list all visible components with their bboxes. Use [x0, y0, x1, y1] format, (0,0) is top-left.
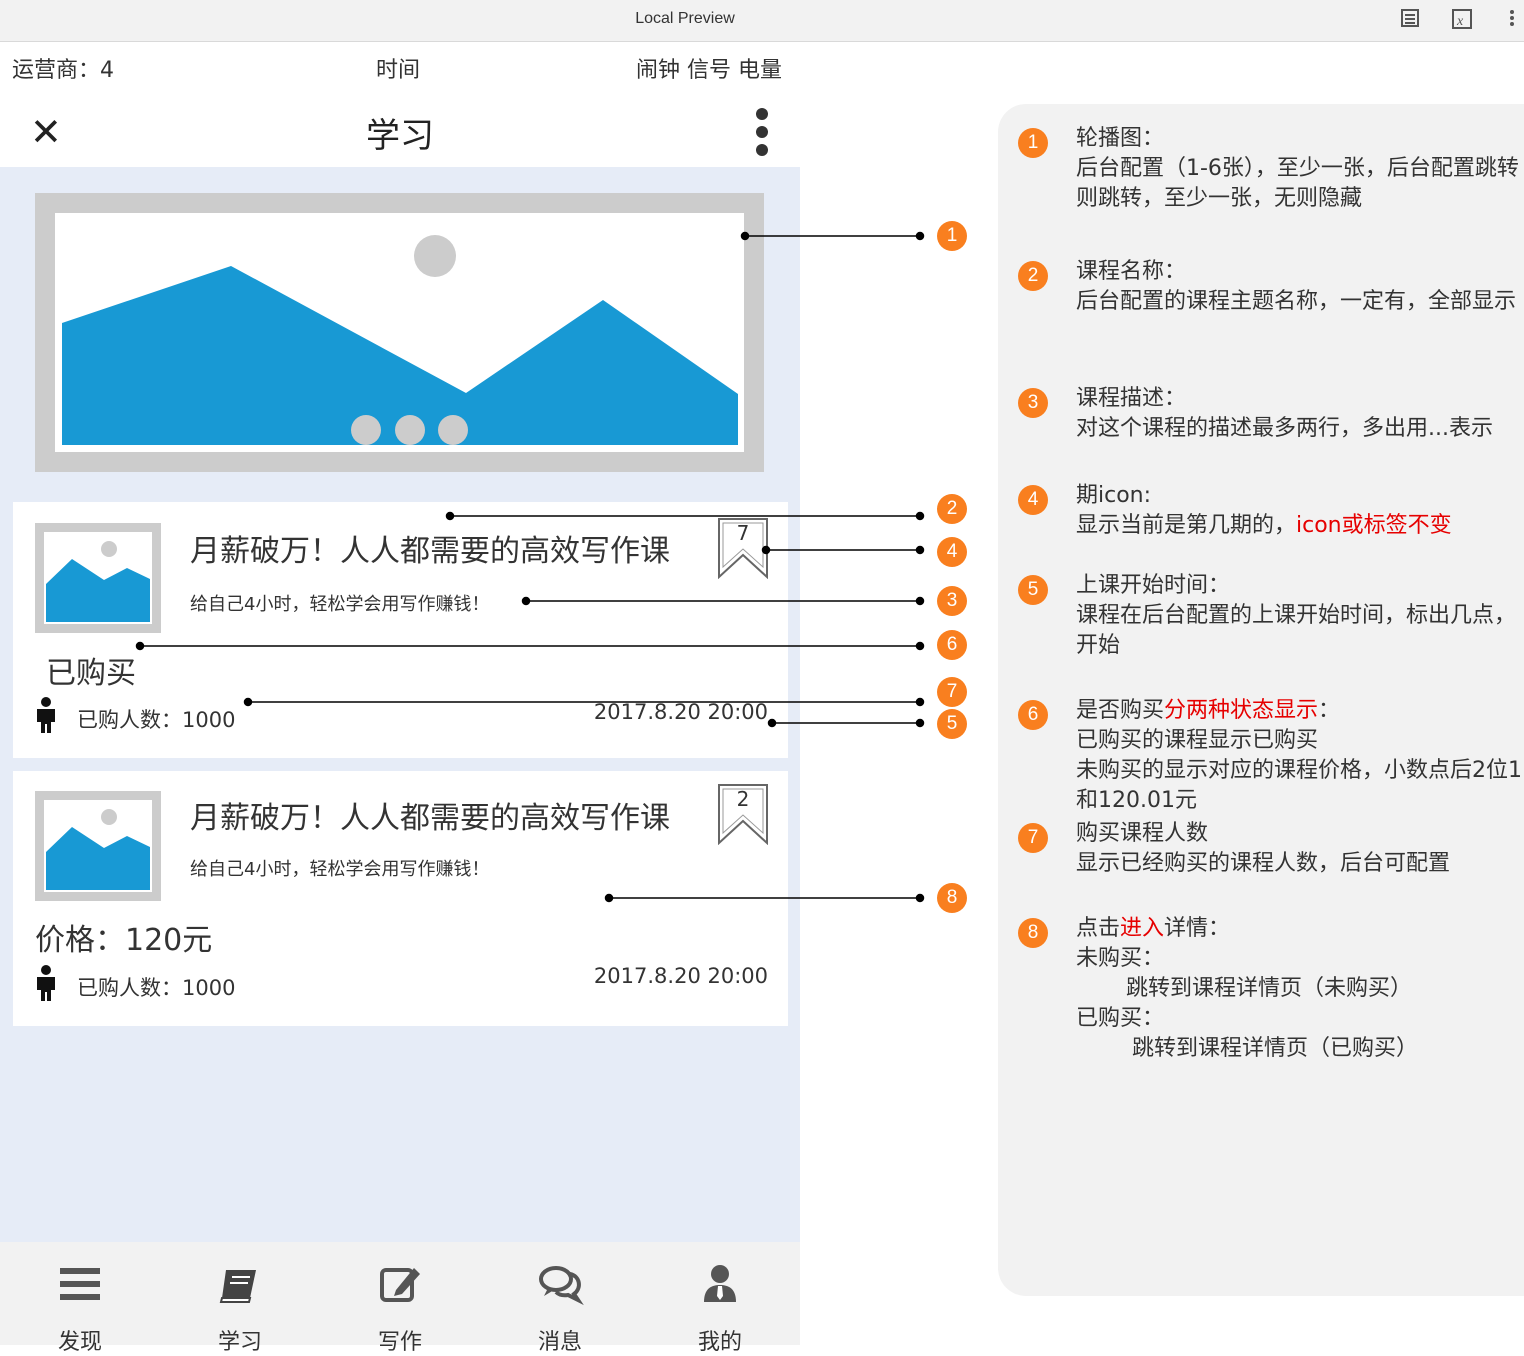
annotation-badge: 5 [937, 709, 967, 739]
menu-icon [60, 1268, 100, 1300]
close-icon[interactable]: ✕ [30, 112, 62, 152]
variable-icon[interactable]: x [1450, 8, 1474, 32]
tab-label: 学习 [217, 1330, 262, 1355]
start-time: 2017.8.20 20:00 [593, 700, 768, 724]
annotation-badge: 1 [937, 221, 967, 251]
course-description: 给自己4小时，轻松学会用写作赚钱！ [190, 594, 490, 615]
tab-study[interactable]: 学习 [160, 1242, 320, 1355]
period-number: 7 [736, 521, 750, 545]
course-card[interactable]: 月薪破万！人人都需要的高效写作课 给自己4小时，轻松学会用写作赚钱！ 7 已购买… [13, 502, 788, 758]
page-title: 学习 [366, 116, 434, 156]
browser-toolbar: Local Preview x [0, 0, 1524, 42]
annotation-badge: 7 [937, 677, 967, 707]
tab-label: 我的 [697, 1330, 742, 1355]
status-indicators: 闹钟 信号 电量 [636, 58, 782, 83]
bottom-tab-bar: 发现 学习 写作 消息 我的 [0, 1242, 800, 1355]
note-6: 6 是否购买分两种状态显示： 已购买的课程显示已购买 未购买的显示对应的课程价格… [1018, 696, 1522, 816]
buyer-count: 已购人数：1000 [77, 976, 236, 1000]
note-7: 7 购买课程人数 显示已经购买的课程人数，后台可配置 [1018, 819, 1450, 879]
tab-label: 发现 [57, 1330, 102, 1355]
more-icon[interactable] [756, 108, 770, 162]
carousel-dot [438, 415, 468, 445]
carrier-label: 运营商：4 [12, 58, 114, 83]
kebab-menu-icon[interactable] [1504, 8, 1520, 32]
banner-image-placeholder [55, 213, 744, 452]
annotation-badge: 6 [937, 630, 967, 660]
note-4: 4 期icon: 显示当前是第几期的，icon或标签不变 [1018, 481, 1452, 541]
note-2: 2 课程名称： 后台配置的课程主题名称，一定有，全部显示 [1018, 257, 1516, 317]
time-label: 时间 [376, 58, 421, 83]
note-3: 3 课程描述： 对这个课程的描述最多两行，多出用...表示 [1018, 384, 1493, 444]
tab-messages[interactable]: 消息 [480, 1242, 640, 1355]
annotation-badge: 3 [937, 586, 967, 616]
course-description: 给自己4小时，轻松学会用写作赚钱！ [190, 859, 490, 880]
annotation-badge: 8 [937, 883, 967, 913]
carousel-dot [395, 415, 425, 445]
period-bookmark-icon: 2 [717, 783, 769, 845]
purchase-status: 已购买 [46, 656, 136, 691]
annotation-badge: 2 [937, 494, 967, 524]
tab-label: 写作 [377, 1330, 422, 1355]
annotation-badge: 4 [937, 537, 967, 567]
period-number: 2 [736, 787, 750, 811]
svg-text:x: x [1456, 14, 1464, 29]
tab-write[interactable]: 写作 [320, 1242, 480, 1355]
document-icon[interactable] [1398, 8, 1422, 32]
annotation-notes-panel: 1 轮播图： 后台配置（1-6张），至少一张，后台配置跳转 则跳转，至少一张，无… [998, 104, 1524, 1296]
person-icon [33, 696, 59, 734]
course-title: 月薪破万！人人都需要的高效写作课 [190, 534, 670, 569]
window-title: Local Preview [635, 10, 735, 27]
course-price: 价格：120元 [35, 923, 213, 958]
course-thumbnail [35, 791, 161, 901]
period-bookmark-icon: 7 [717, 517, 769, 579]
course-title: 月薪破万！人人都需要的高效写作课 [190, 801, 670, 836]
carousel-dot [351, 415, 381, 445]
user-icon [704, 1265, 736, 1302]
tab-discover[interactable]: 发现 [0, 1242, 160, 1355]
start-time: 2017.8.20 20:00 [593, 964, 768, 988]
book-icon [219, 1270, 256, 1303]
chat-icon [539, 1266, 584, 1306]
course-card[interactable]: 月薪破万！人人都需要的高效写作课 给自己4小时，轻松学会用写作赚钱！ 2 价格：… [13, 771, 788, 1026]
tab-mine[interactable]: 我的 [640, 1242, 800, 1355]
tab-label: 消息 [537, 1330, 582, 1355]
course-thumbnail [35, 523, 161, 633]
note-5: 5 上课开始时间： 课程在后台配置的上课开始时间，标出几点， 开始 [1018, 571, 1516, 661]
person-icon [33, 964, 59, 1002]
edit-icon [380, 1268, 420, 1302]
buyer-count: 已购人数：1000 [77, 708, 236, 732]
note-8: 8 点击进入详情： 未购买： 跳转到课程详情页（未购买） 已购买： 跳转到课程详… [1018, 914, 1418, 1064]
note-1: 1 轮播图： 后台配置（1-6张），至少一张，后台配置跳转 则跳转，至少一张，无… [1018, 124, 1519, 214]
banner-carousel[interactable] [35, 193, 764, 472]
